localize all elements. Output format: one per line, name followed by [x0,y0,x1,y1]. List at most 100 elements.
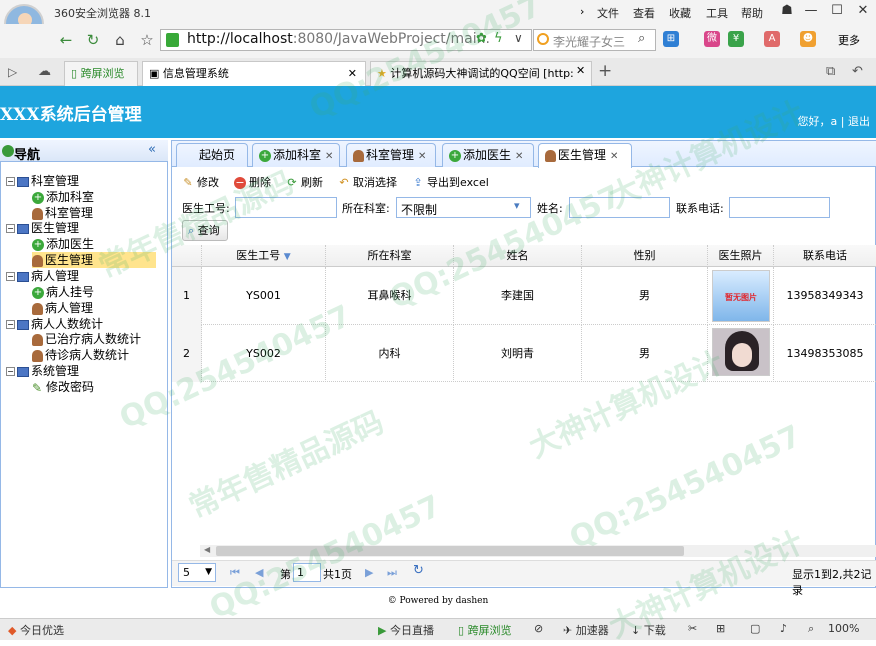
menu-file[interactable]: 文件 [597,5,619,21]
collapse-icon[interactable]: « [148,142,156,157]
page-number-input[interactable]: 1 [293,563,321,582]
last-page-icon[interactable]: ⏭ [387,566,397,580]
game-icon[interactable]: ☻ [800,31,816,47]
url-text[interactable]: http://localhost:8080/JavaWebProject/mai… [187,31,490,47]
edit-button[interactable]: ✎ 修改 [182,174,219,190]
grid-header-photo[interactable]: 医生照片 [708,245,774,267]
tab-info-system[interactable]: ▣ 信息管理系统 ✕ [142,61,366,86]
star-icon[interactable]: ☆ [137,30,157,50]
tab-doctor-manage[interactable]: 医生管理 ✕ [538,143,632,168]
close-icon[interactable]: ✕ [418,151,426,162]
zoom-icon[interactable]: ⌕ [808,622,814,636]
more-menu[interactable]: 更多 [838,32,860,48]
nav-item-department-manage[interactable]: 科室管理 [32,205,93,221]
today-picks[interactable]: ◆ 今日优选 [8,622,64,638]
grid-header-name[interactable]: 姓名 [454,245,582,267]
nav-group-statistics[interactable]: − 病人人数统计 [6,316,103,332]
nav-item-waiting-stats[interactable]: 待诊病人数统计 [32,347,129,363]
menu-favorites[interactable]: 收藏 [669,5,691,21]
grid-icon[interactable]: ⊞ [716,622,725,635]
nav-item-change-password[interactable]: ✎ 修改密码 [32,379,94,395]
home-icon[interactable]: ⌂ [110,30,130,50]
window-icon[interactable]: ▢ [750,622,760,635]
window-icon[interactable]: ⧉ [826,64,835,79]
menu-tools[interactable]: 工具 [706,5,728,21]
translate-icon[interactable]: A [764,31,780,47]
export-excel-button[interactable]: ⇪ 导出到excel [412,174,488,190]
prev-page-icon[interactable]: ◀ [255,566,263,579]
close-icon[interactable]: ✕ [610,151,618,162]
delete-button[interactable]: − 删除 [234,174,271,190]
nav-item-add-department[interactable]: + 添加科室 [32,189,94,205]
close-icon[interactable]: ✕ [325,151,333,162]
accelerator-button[interactable]: ✈ 加速器 [563,622,609,638]
shirt-icon[interactable]: ☗ [776,2,798,20]
chevron-down-icon[interactable]: ∨ [514,31,523,45]
scrollbar-thumb[interactable] [216,546,684,556]
doctor-id-input[interactable] [235,197,337,218]
today-live[interactable]: ▶ 今日直播 [378,622,434,638]
grid-header-sex[interactable]: 性别 [582,245,708,267]
name-input[interactable] [569,197,670,218]
query-button[interactable]: ⌕ 查询 [182,220,228,241]
nav-item-patient-manage[interactable]: 病人管理 [32,300,93,316]
search-engine-icon[interactable] [537,33,549,45]
maximize-button[interactable]: ☐ [826,2,848,20]
cloud-icon[interactable]: ☁ [38,64,51,79]
menu-view[interactable]: 查看 [633,5,655,21]
refresh-page-icon[interactable]: ✿ [476,31,487,46]
tab-add-doctor[interactable]: + 添加医生 ✕ [442,143,534,167]
back-button[interactable]: ← [56,30,76,50]
logout-link[interactable]: 退出 [848,115,870,128]
nav-group-system[interactable]: − 系统管理 [6,363,79,379]
screenshot-icon[interactable]: ✂ [688,622,697,635]
new-tab-button[interactable]: + [598,61,612,81]
nav-item-patient-register[interactable]: + 病人挂号 [32,284,94,300]
tab-cross-screen[interactable]: ▯ 跨屏浏览 [64,61,138,86]
grid-header-doctor-id[interactable]: 医生工号 ▼ [202,245,326,267]
phone-input[interactable] [729,197,830,218]
reload-icon[interactable]: ↻ [413,563,424,578]
tab-home[interactable]: 起始页 [176,143,248,167]
tab-department-manage[interactable]: 科室管理 ✕ [346,143,436,167]
sidebar-toggle-icon[interactable]: ▷ [8,65,17,79]
chevron-right-icon[interactable]: › [580,5,584,18]
minimize-button[interactable]: — [800,2,822,20]
page-size-select[interactable]: 5 ▼ [178,563,216,582]
first-page-icon[interactable]: ⏮ [230,566,240,580]
undo-icon[interactable]: ↶ [852,64,863,79]
nav-item-add-doctor[interactable]: + 添加医生 [32,236,94,252]
cross-screen-button[interactable]: ▯ 跨屏浏览 [458,622,512,638]
nav-group-department[interactable]: − 科室管理 [6,173,79,189]
nav-group-patient[interactable]: − 病人管理 [6,268,79,284]
nav-item-doctor-manage[interactable]: 医生管理 [32,252,156,268]
nav-item-treated-stats[interactable]: 已治疗病人数统计 [32,331,141,347]
close-window-button[interactable]: ✕ [852,2,874,20]
lightning-icon[interactable]: ϟ [494,31,503,46]
tab-add-department[interactable]: + 添加科室 ✕ [252,143,340,167]
next-page-icon[interactable]: ▶ [365,566,373,579]
grid-header-phone[interactable]: 联系电话 [774,245,876,267]
close-icon[interactable]: ✕ [576,64,585,77]
scroll-left-icon[interactable]: ◀ [204,545,210,554]
extension-icon[interactable]: ⊞ [663,31,679,47]
close-icon[interactable]: ✕ [348,62,357,85]
menu-help[interactable]: 帮助 [741,5,763,21]
zoom-level[interactable]: 100% [828,622,859,635]
refresh-button[interactable]: ⟳ 刷新 [286,174,323,190]
tab-qq-space[interactable]: ★ 计算机源码大神调试的QQ空间 [http: [370,61,592,86]
chevron-down-icon[interactable]: ▾ [514,199,520,212]
page-summary: 显示1到2,共2记录 [792,568,872,597]
unselect-button[interactable]: ↶ 取消选择 [338,174,397,190]
weibo-icon[interactable]: 微 [704,31,720,47]
reload-button[interactable]: ↻ [83,30,103,50]
search-text[interactable]: 李光耀子女三 [553,33,639,50]
close-icon[interactable]: ✕ [515,151,523,162]
speed-icon[interactable]: ⊘ [534,622,543,635]
grid-header-department[interactable]: 所在科室 [326,245,454,267]
search-icon[interactable]: ⌕ [638,31,645,46]
security-icon[interactable]: ¥ [728,31,744,47]
nav-group-doctor[interactable]: − 医生管理 [6,220,79,236]
volume-icon[interactable]: ♪ [780,622,787,635]
download-button[interactable]: ↓ 下载 [631,622,666,638]
